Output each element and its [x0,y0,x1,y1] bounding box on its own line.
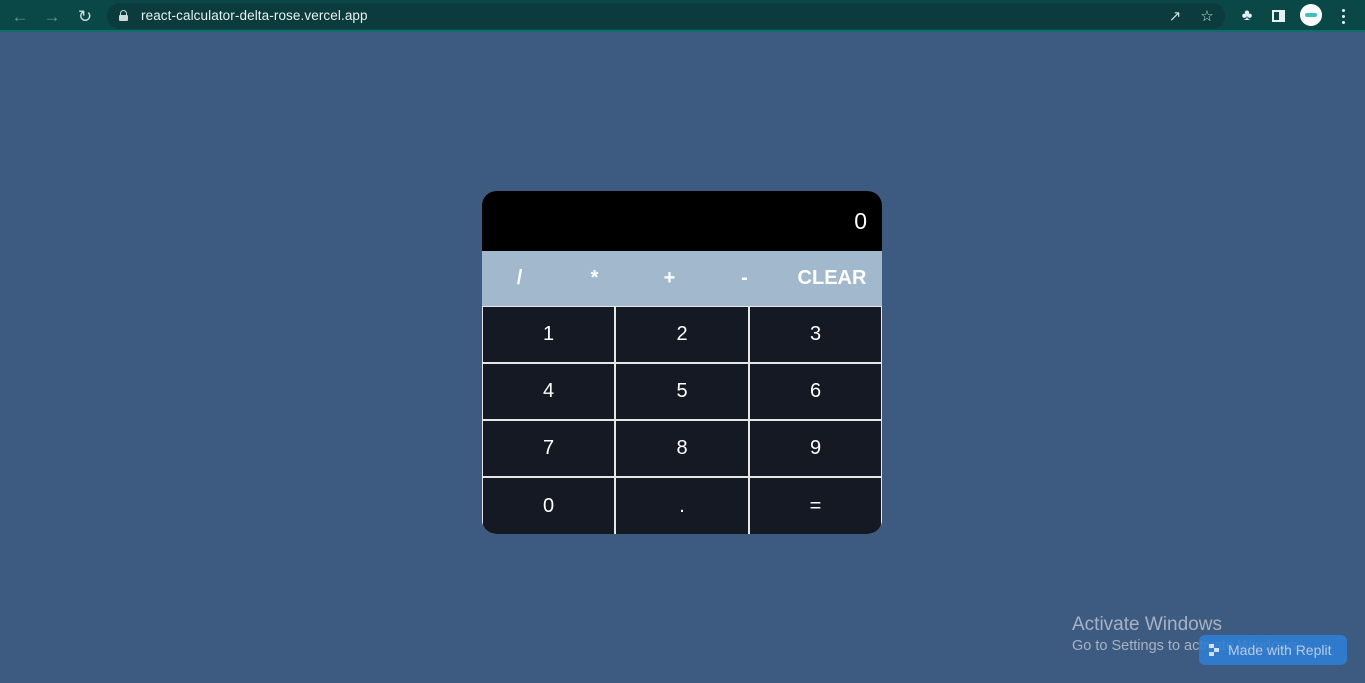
avatar[interactable] [1300,4,1322,26]
back-arrow-icon[interactable]: ← [8,4,32,28]
key-6[interactable]: 6 [750,364,881,419]
subtract-button[interactable]: - [707,251,782,306]
replit-logo-icon [1209,644,1221,656]
key-9[interactable]: 9 [750,421,881,476]
share-icon[interactable]: ↗ [1165,6,1185,26]
key-2[interactable]: 2 [616,307,748,362]
side-panel-icon[interactable] [1266,4,1290,28]
star-icon[interactable]: ☆ [1197,6,1217,26]
key-3[interactable]: 3 [750,307,881,362]
calculator: 0 / * + - CLEAR 1 2 3 4 5 6 7 8 9 0 . = [482,191,882,534]
key-8[interactable]: 8 [616,421,748,476]
clear-button[interactable]: CLEAR [782,251,882,306]
watermark-title: Activate Windows [1072,614,1222,635]
calculator-display: 0 [482,191,882,251]
multiply-button[interactable]: * [557,251,632,306]
key-0[interactable]: 0 [483,478,614,534]
lock-icon[interactable] [119,10,128,21]
divide-button[interactable]: / [482,251,557,306]
add-button[interactable]: + [632,251,707,306]
made-with-replit-badge[interactable]: Made with Replit [1199,635,1347,665]
address-bar[interactable]: react-calculator-delta-rose.vercel.app ↗… [107,3,1225,29]
browser-toolbar: ← → ↻ react-calculator-delta-rose.vercel… [0,0,1365,32]
kebab-menu-icon[interactable] [1331,4,1355,28]
key-7[interactable]: 7 [483,421,614,476]
operator-bar: / * + - CLEAR [482,251,882,306]
key-1[interactable]: 1 [483,307,614,362]
reload-icon[interactable]: ↻ [73,4,97,28]
key-5[interactable]: 5 [616,364,748,419]
puzzle-icon[interactable]: ♣ [1235,4,1259,28]
key-decimal[interactable]: . [616,478,748,534]
replit-badge-label[interactable]: Made with Replit [1228,642,1332,658]
forward-arrow-icon[interactable]: → [40,4,64,28]
key-4[interactable]: 4 [483,364,614,419]
equals-button[interactable]: = [750,478,881,534]
keypad: 1 2 3 4 5 6 7 8 9 0 . = [482,306,882,534]
url-text[interactable]: react-calculator-delta-rose.vercel.app [141,8,368,23]
